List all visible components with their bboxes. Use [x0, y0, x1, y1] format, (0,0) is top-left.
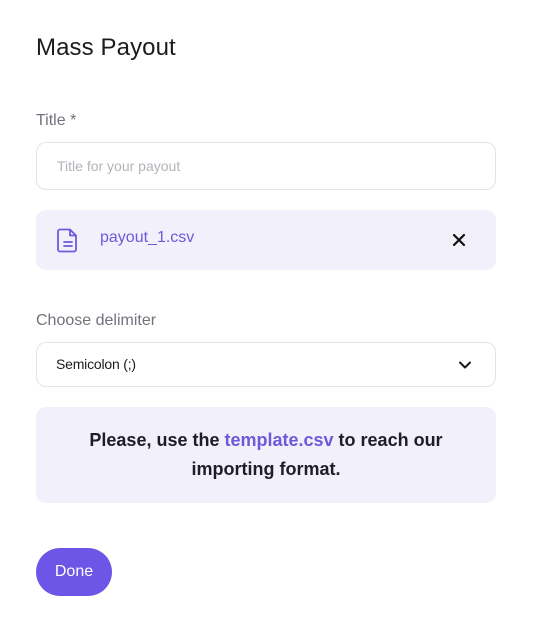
close-icon[interactable]: [450, 231, 468, 249]
delimiter-select[interactable]: Semicolon (;): [36, 342, 496, 387]
info-text-before: Please, use the: [89, 430, 225, 450]
document-icon: [57, 228, 77, 253]
delimiter-selected-value: Semicolon (;): [56, 356, 136, 372]
title-field-label: Title *: [36, 112, 77, 129]
page-title: Mass Payout: [36, 34, 176, 61]
delimiter-label: Choose delimiter: [36, 312, 157, 329]
chevron-down-icon: [459, 361, 471, 369]
uploaded-file-card: payout_1.csv: [36, 210, 496, 270]
file-name: payout_1.csv: [100, 229, 195, 246]
template-csv-link[interactable]: template.csv: [224, 430, 333, 450]
template-info-box: Please, use the template.csv to reach ou…: [36, 407, 496, 503]
title-input[interactable]: [36, 142, 496, 190]
done-button[interactable]: Done: [36, 548, 112, 596]
mass-payout-page: Mass Payout Title * payout_1.csv Choose …: [0, 0, 536, 623]
